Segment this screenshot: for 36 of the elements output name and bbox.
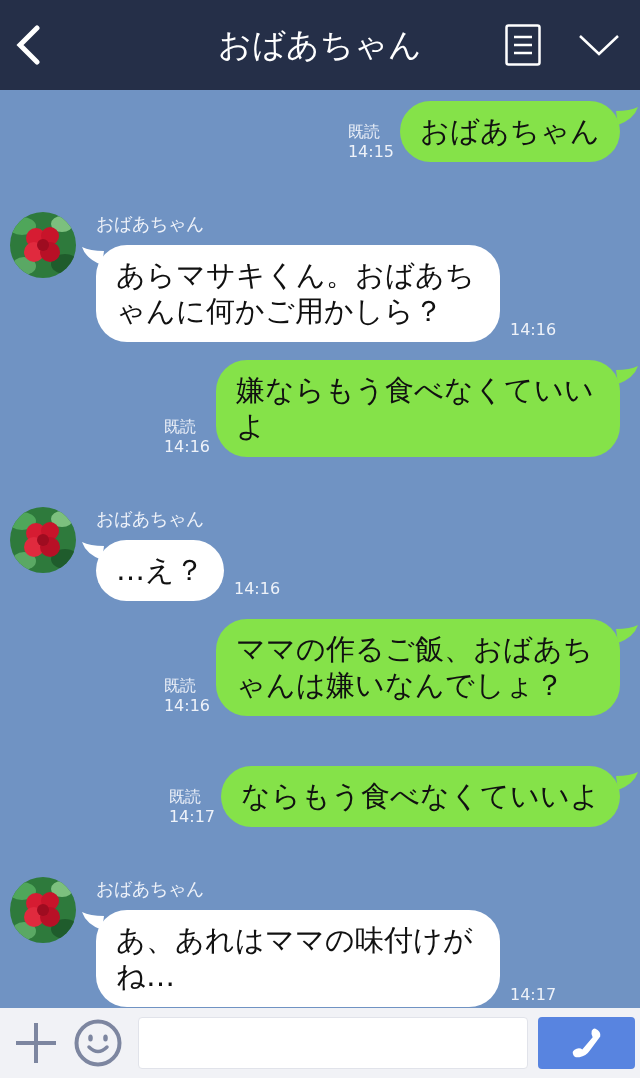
message-bubble: …え？ bbox=[96, 540, 224, 601]
message-bubble: あ、あれはママの味付けがね… bbox=[96, 910, 500, 1007]
message-time: 14:16 bbox=[163, 437, 210, 457]
message-bubble: おばあちゃん bbox=[400, 101, 620, 162]
message-input[interactable] bbox=[138, 1017, 528, 1069]
call-button[interactable] bbox=[538, 1017, 635, 1069]
plus-icon[interactable] bbox=[16, 1023, 56, 1063]
bubble-tail bbox=[82, 912, 104, 930]
message-time: 14:16 bbox=[163, 696, 210, 716]
bubble-tail bbox=[616, 107, 638, 125]
message-bubble: ママの作るご飯、おばあちゃんは嫌いなんでしょ？ bbox=[216, 619, 620, 716]
message-time: 14:16 bbox=[234, 579, 281, 599]
message-time: 14:16 bbox=[510, 320, 557, 340]
sender-name: おばあちゃん bbox=[96, 212, 205, 236]
sender-name: おばあちゃん bbox=[96, 877, 205, 901]
read-receipt: 既読 bbox=[347, 122, 381, 142]
notes-icon[interactable] bbox=[505, 24, 541, 66]
smiley-icon[interactable] bbox=[74, 1019, 122, 1067]
bubble-tail bbox=[82, 247, 104, 265]
bubble-tail bbox=[616, 366, 638, 384]
message-bubble: あらマサキくん。おばあちゃんに何かご用かしら？ bbox=[96, 245, 500, 342]
message-time: 14:17 bbox=[168, 807, 215, 827]
message-bubble: 嫌ならもう食べなくていいよ bbox=[216, 360, 620, 457]
sender-name: おばあちゃん bbox=[96, 507, 205, 531]
message-time: 14:17 bbox=[510, 985, 557, 1005]
message-bubble: ならもう食べなくていいよ bbox=[221, 766, 620, 827]
bubble-tail bbox=[616, 772, 638, 790]
message-time: 14:15 bbox=[347, 142, 394, 162]
chat-title: おばあちゃん bbox=[218, 23, 422, 66]
bubble-tail bbox=[82, 542, 104, 560]
chevron-down-icon[interactable] bbox=[578, 33, 620, 57]
read-receipt: 既読 bbox=[168, 787, 202, 807]
back-icon[interactable] bbox=[15, 25, 41, 65]
read-receipt: 既読 bbox=[163, 417, 197, 437]
bubble-tail bbox=[616, 625, 638, 643]
read-receipt: 既読 bbox=[163, 676, 197, 696]
